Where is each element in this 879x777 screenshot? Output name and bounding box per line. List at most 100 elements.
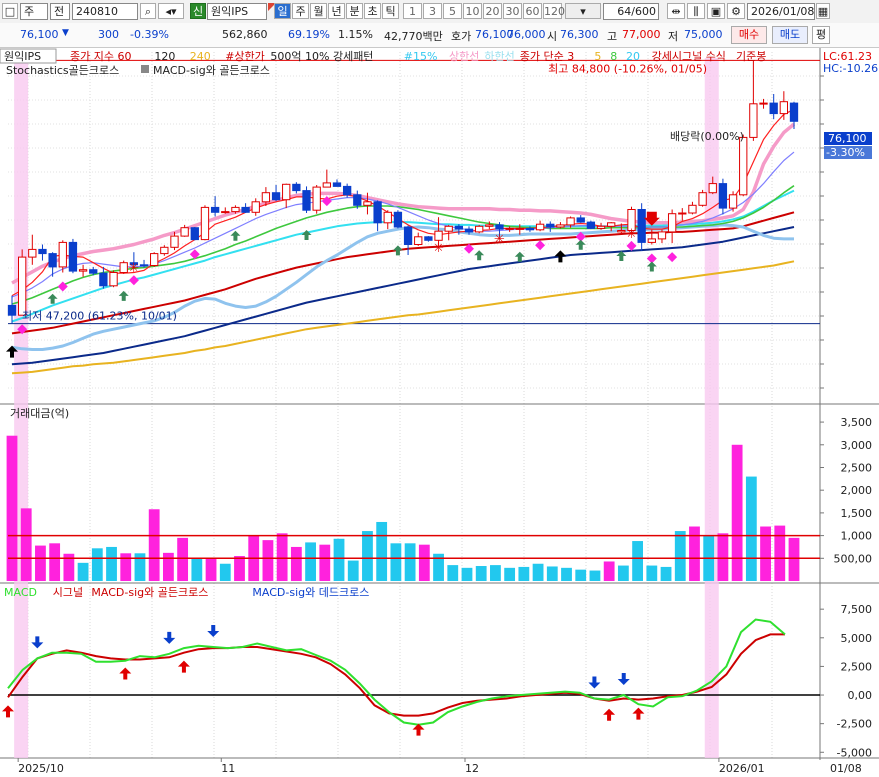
candle-body bbox=[292, 183, 301, 192]
quote-turnover: 1.15% bbox=[338, 28, 373, 41]
high-annotation: 최고 84,800 (-10.26%, 01/05) bbox=[548, 62, 707, 75]
minute-button-3[interactable]: 3 bbox=[423, 3, 442, 19]
candle-body bbox=[688, 204, 697, 214]
legend-item: 120 bbox=[154, 50, 175, 63]
candle-body bbox=[363, 201, 372, 206]
candle-body bbox=[170, 235, 179, 248]
volume-bar bbox=[774, 525, 786, 581]
candle-body bbox=[251, 201, 260, 213]
candle-body bbox=[434, 230, 443, 241]
code-input[interactable]: 240810 bbox=[72, 3, 138, 20]
candle-body bbox=[373, 201, 382, 224]
calendar-icon[interactable]: ▦ bbox=[816, 3, 830, 19]
candle-body bbox=[393, 211, 403, 228]
stock-name: 원익IPS bbox=[207, 3, 267, 20]
macd-legend-item: MACD-sig와 데드크로스 bbox=[252, 586, 369, 599]
x-axis-label: 12 bbox=[465, 762, 479, 775]
count-input[interactable]: 64/600 bbox=[603, 3, 659, 20]
high-label: 고 bbox=[607, 30, 618, 43]
save-icon[interactable]: ▣ bbox=[707, 3, 725, 19]
minute-button-1[interactable]: 1 bbox=[403, 3, 422, 19]
market-select[interactable]: 전 bbox=[50, 3, 70, 20]
period-button-6[interactable]: 틱 bbox=[382, 3, 399, 19]
legend-item: 20 bbox=[626, 50, 640, 63]
avg-button[interactable]: 평 bbox=[812, 26, 830, 44]
legend-item: 기준봉 bbox=[736, 50, 766, 63]
legend-item: 240 bbox=[190, 50, 211, 63]
minute-custom-select[interactable]: ▾ bbox=[565, 3, 601, 19]
candle-body bbox=[160, 246, 169, 255]
quote-bid: 76,000 bbox=[507, 28, 546, 41]
quote-ratio: 69.19% bbox=[288, 28, 330, 41]
volume-bar bbox=[475, 566, 487, 581]
candle-body bbox=[241, 206, 250, 213]
quote-low: 75,000 bbox=[684, 28, 723, 41]
candle-body bbox=[7, 304, 17, 316]
volume-bar bbox=[262, 540, 274, 581]
candle-body bbox=[180, 227, 189, 237]
period-button-0[interactable]: 일 bbox=[274, 3, 291, 19]
candle-body bbox=[302, 190, 311, 211]
candle-body bbox=[221, 211, 230, 214]
minute-button-5[interactable]: 5 bbox=[443, 3, 462, 19]
candle-body bbox=[261, 192, 271, 203]
candle-body bbox=[546, 223, 555, 228]
volume-bar bbox=[347, 560, 359, 581]
date-input[interactable]: 2026/01/08 bbox=[747, 3, 815, 20]
volume-bar bbox=[788, 537, 800, 581]
period-button-1[interactable]: 주 bbox=[292, 3, 309, 19]
candle-body bbox=[525, 227, 535, 231]
volume-bar bbox=[603, 561, 615, 581]
chart-area[interactable]: 최고 84,800 (-10.26%, 01/05) 최저 47,200 (61.… bbox=[0, 48, 879, 777]
candle-body bbox=[678, 212, 687, 215]
volume-bar bbox=[390, 543, 402, 581]
volume-bar bbox=[532, 563, 544, 581]
volume-bar bbox=[35, 545, 46, 581]
sell-button[interactable]: 매도 bbox=[772, 26, 808, 44]
candle-body bbox=[89, 269, 98, 274]
volume-bar bbox=[617, 565, 629, 581]
legend-second-row: Stochastics골든크로스 bbox=[6, 64, 119, 77]
candle-body bbox=[576, 217, 585, 223]
search-icon[interactable]: ⌕ bbox=[140, 3, 156, 19]
period-button-5[interactable]: 초 bbox=[364, 3, 381, 19]
low-label: 저 bbox=[668, 30, 679, 43]
candle-body bbox=[139, 264, 149, 267]
credit-badge: 신 bbox=[190, 3, 206, 19]
minute-button-10[interactable]: 10 bbox=[463, 3, 482, 19]
candle-body bbox=[556, 224, 565, 228]
bars-icon[interactable]: ⫼ bbox=[687, 3, 705, 19]
period-button-2[interactable]: 월 bbox=[310, 3, 327, 19]
type-select[interactable]: 주 bbox=[20, 3, 48, 20]
volume-bar bbox=[20, 508, 32, 581]
gear-icon[interactable]: ⚙ bbox=[727, 3, 745, 19]
sound-icon[interactable]: ◂▾ bbox=[158, 3, 184, 19]
volume-bar bbox=[447, 565, 459, 581]
candle-body bbox=[78, 269, 88, 272]
arrows-icon[interactable]: ⇹ bbox=[667, 3, 685, 19]
minute-button-20[interactable]: 20 bbox=[483, 3, 502, 19]
toolbar: □ 주 전 240810 ⌕ ◂▾ 신 원익IPS 일주월년분초틱 1 3 5 10 2… bbox=[0, 0, 879, 24]
minute-button-120[interactable]: 120 bbox=[543, 3, 565, 19]
volume-bar bbox=[689, 526, 700, 581]
buy-button[interactable]: 매수 bbox=[731, 26, 767, 44]
volume-bar bbox=[106, 546, 117, 581]
candle-body bbox=[190, 227, 199, 241]
period-button-3[interactable]: 년 bbox=[328, 3, 345, 19]
candle-body bbox=[617, 230, 626, 233]
legend-item: 종가 지수 60 bbox=[70, 50, 131, 63]
candle-body bbox=[48, 253, 57, 268]
candle-body bbox=[708, 183, 717, 194]
quote-volume: 562,860 bbox=[222, 28, 268, 41]
ask-label: 호가 bbox=[451, 30, 472, 43]
candle-body bbox=[28, 248, 37, 258]
period-button-4[interactable]: 분 bbox=[346, 3, 363, 19]
volume-bar bbox=[162, 552, 174, 581]
minute-button-30[interactable]: 30 bbox=[503, 3, 522, 19]
candle-body bbox=[698, 192, 707, 206]
window-icon[interactable]: □ bbox=[2, 3, 18, 19]
x-axis-label: 2025/10 bbox=[18, 762, 64, 775]
macd-axis-label: 5,000 bbox=[841, 632, 873, 645]
minute-button-60[interactable]: 60 bbox=[523, 3, 542, 19]
volume-bar bbox=[589, 570, 601, 581]
